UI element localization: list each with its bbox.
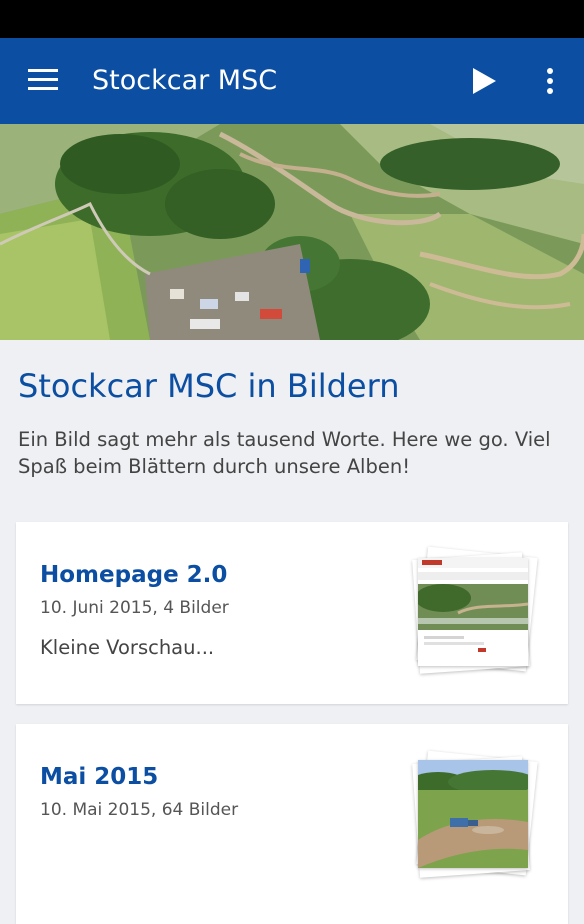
- play-icon[interactable]: [460, 60, 506, 104]
- section-title: Stockcar MSC in Bildern: [18, 367, 400, 405]
- album-thumbnail: [412, 750, 542, 880]
- app-bar: Stockcar MSC: [0, 38, 584, 124]
- album-card[interactable]: Homepage 2.0 10. Juni 2015, 4 Bilder Kle…: [16, 522, 568, 704]
- album-meta: 10. Mai 2015, 64 Bilder: [40, 800, 239, 820]
- album-title: Mai 2015: [40, 764, 159, 790]
- header-aerial-photo: [0, 124, 584, 340]
- album-thumbnail: [412, 546, 542, 676]
- menu-icon[interactable]: [18, 62, 66, 102]
- status-bar: [0, 0, 584, 38]
- more-vert-icon[interactable]: [532, 60, 568, 104]
- album-meta: 10. Juni 2015, 4 Bilder: [40, 598, 229, 618]
- section-description: Ein Bild sagt mehr als tausend Worte. He…: [18, 428, 551, 478]
- album-card[interactable]: Mai 2015 10. Mai 2015, 64 Bilder: [16, 724, 568, 924]
- album-title: Homepage 2.0: [40, 562, 228, 588]
- album-snippet: Kleine Vorschau...: [40, 636, 215, 659]
- app-title: Stockcar MSC: [92, 65, 278, 96]
